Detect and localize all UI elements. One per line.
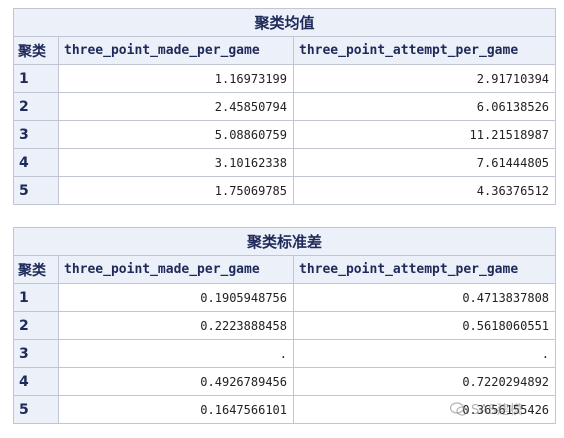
cell-attempt: . bbox=[292, 339, 557, 368]
row-header-cluster: 2 bbox=[13, 92, 59, 121]
row-header-cluster: 1 bbox=[13, 283, 59, 312]
cell-attempt: 0.4713837808 bbox=[292, 283, 557, 312]
row-header-cluster: 3 bbox=[13, 120, 59, 149]
table-row: 4 0.4926789456 0.7220294892 bbox=[13, 367, 557, 396]
table-row: 5 0.1647566101 0.3656155426 bbox=[13, 395, 557, 424]
table-row: 1 1.16973199 2.91710394 bbox=[13, 64, 557, 93]
row-header-cluster: 4 bbox=[13, 367, 59, 396]
row-header-cluster: 1 bbox=[13, 64, 59, 93]
column-header-made: three_point_made_per_game bbox=[58, 36, 294, 65]
column-header-cluster: 聚类 bbox=[13, 36, 59, 65]
cell-made: 0.4926789456 bbox=[58, 367, 294, 396]
row-header-cluster: 3 bbox=[13, 339, 59, 368]
cell-made: 2.45850794 bbox=[58, 92, 294, 121]
cell-made: 5.08860759 bbox=[58, 120, 294, 149]
table-row: 3 5.08860759 11.21518987 bbox=[13, 120, 557, 149]
column-header-made: three_point_made_per_game bbox=[58, 255, 294, 284]
table-row: 4 3.10162338 7.61444805 bbox=[13, 148, 557, 177]
row-header-cluster: 5 bbox=[13, 395, 59, 424]
column-header-attempt: three_point_attempt_per_game bbox=[292, 255, 557, 284]
cluster-std-table: 聚类标准差 聚类 three_point_made_per_game three… bbox=[12, 227, 557, 424]
table-row: 3 . . bbox=[13, 339, 557, 368]
column-header-attempt: three_point_attempt_per_game bbox=[292, 36, 557, 65]
cell-made: 0.1647566101 bbox=[58, 395, 294, 424]
row-header-cluster: 4 bbox=[13, 148, 59, 177]
table-title: 聚类标准差 bbox=[12, 227, 557, 256]
table-row: 2 2.45850794 6.06138526 bbox=[13, 92, 557, 121]
cell-attempt: 2.91710394 bbox=[292, 64, 557, 93]
cell-attempt: 4.36376512 bbox=[292, 176, 557, 205]
column-header-cluster: 聚类 bbox=[13, 255, 59, 284]
cell-made: 1.16973199 bbox=[58, 64, 294, 93]
cell-attempt: 11.21518987 bbox=[292, 120, 557, 149]
cell-made: 0.1905948756 bbox=[58, 283, 294, 312]
table-title: 聚类均值 bbox=[12, 8, 557, 37]
cell-attempt: 0.5618060551 bbox=[292, 311, 557, 340]
table-row: 2 0.2223888458 0.5618060551 bbox=[13, 311, 557, 340]
cluster-means-table: 聚类均值 聚类 three_point_made_per_game three_… bbox=[12, 8, 557, 205]
cell-made: 3.10162338 bbox=[58, 148, 294, 177]
header-row: 聚类 three_point_made_per_game three_point… bbox=[13, 255, 557, 284]
cell-made: 0.2223888458 bbox=[58, 311, 294, 340]
cell-attempt: 7.61444805 bbox=[292, 148, 557, 177]
row-header-cluster: 2 bbox=[13, 311, 59, 340]
cell-attempt: 6.06138526 bbox=[292, 92, 557, 121]
cell-attempt: 0.3656155426 bbox=[292, 395, 557, 424]
header-row: 聚类 three_point_made_per_game three_point… bbox=[13, 36, 557, 65]
cell-made: . bbox=[58, 339, 294, 368]
cell-attempt: 0.7220294892 bbox=[292, 367, 557, 396]
cell-made: 1.75069785 bbox=[58, 176, 294, 205]
table-row: 1 0.1905948756 0.4713837808 bbox=[13, 283, 557, 312]
row-header-cluster: 5 bbox=[13, 176, 59, 205]
table-row: 5 1.75069785 4.36376512 bbox=[13, 176, 557, 205]
